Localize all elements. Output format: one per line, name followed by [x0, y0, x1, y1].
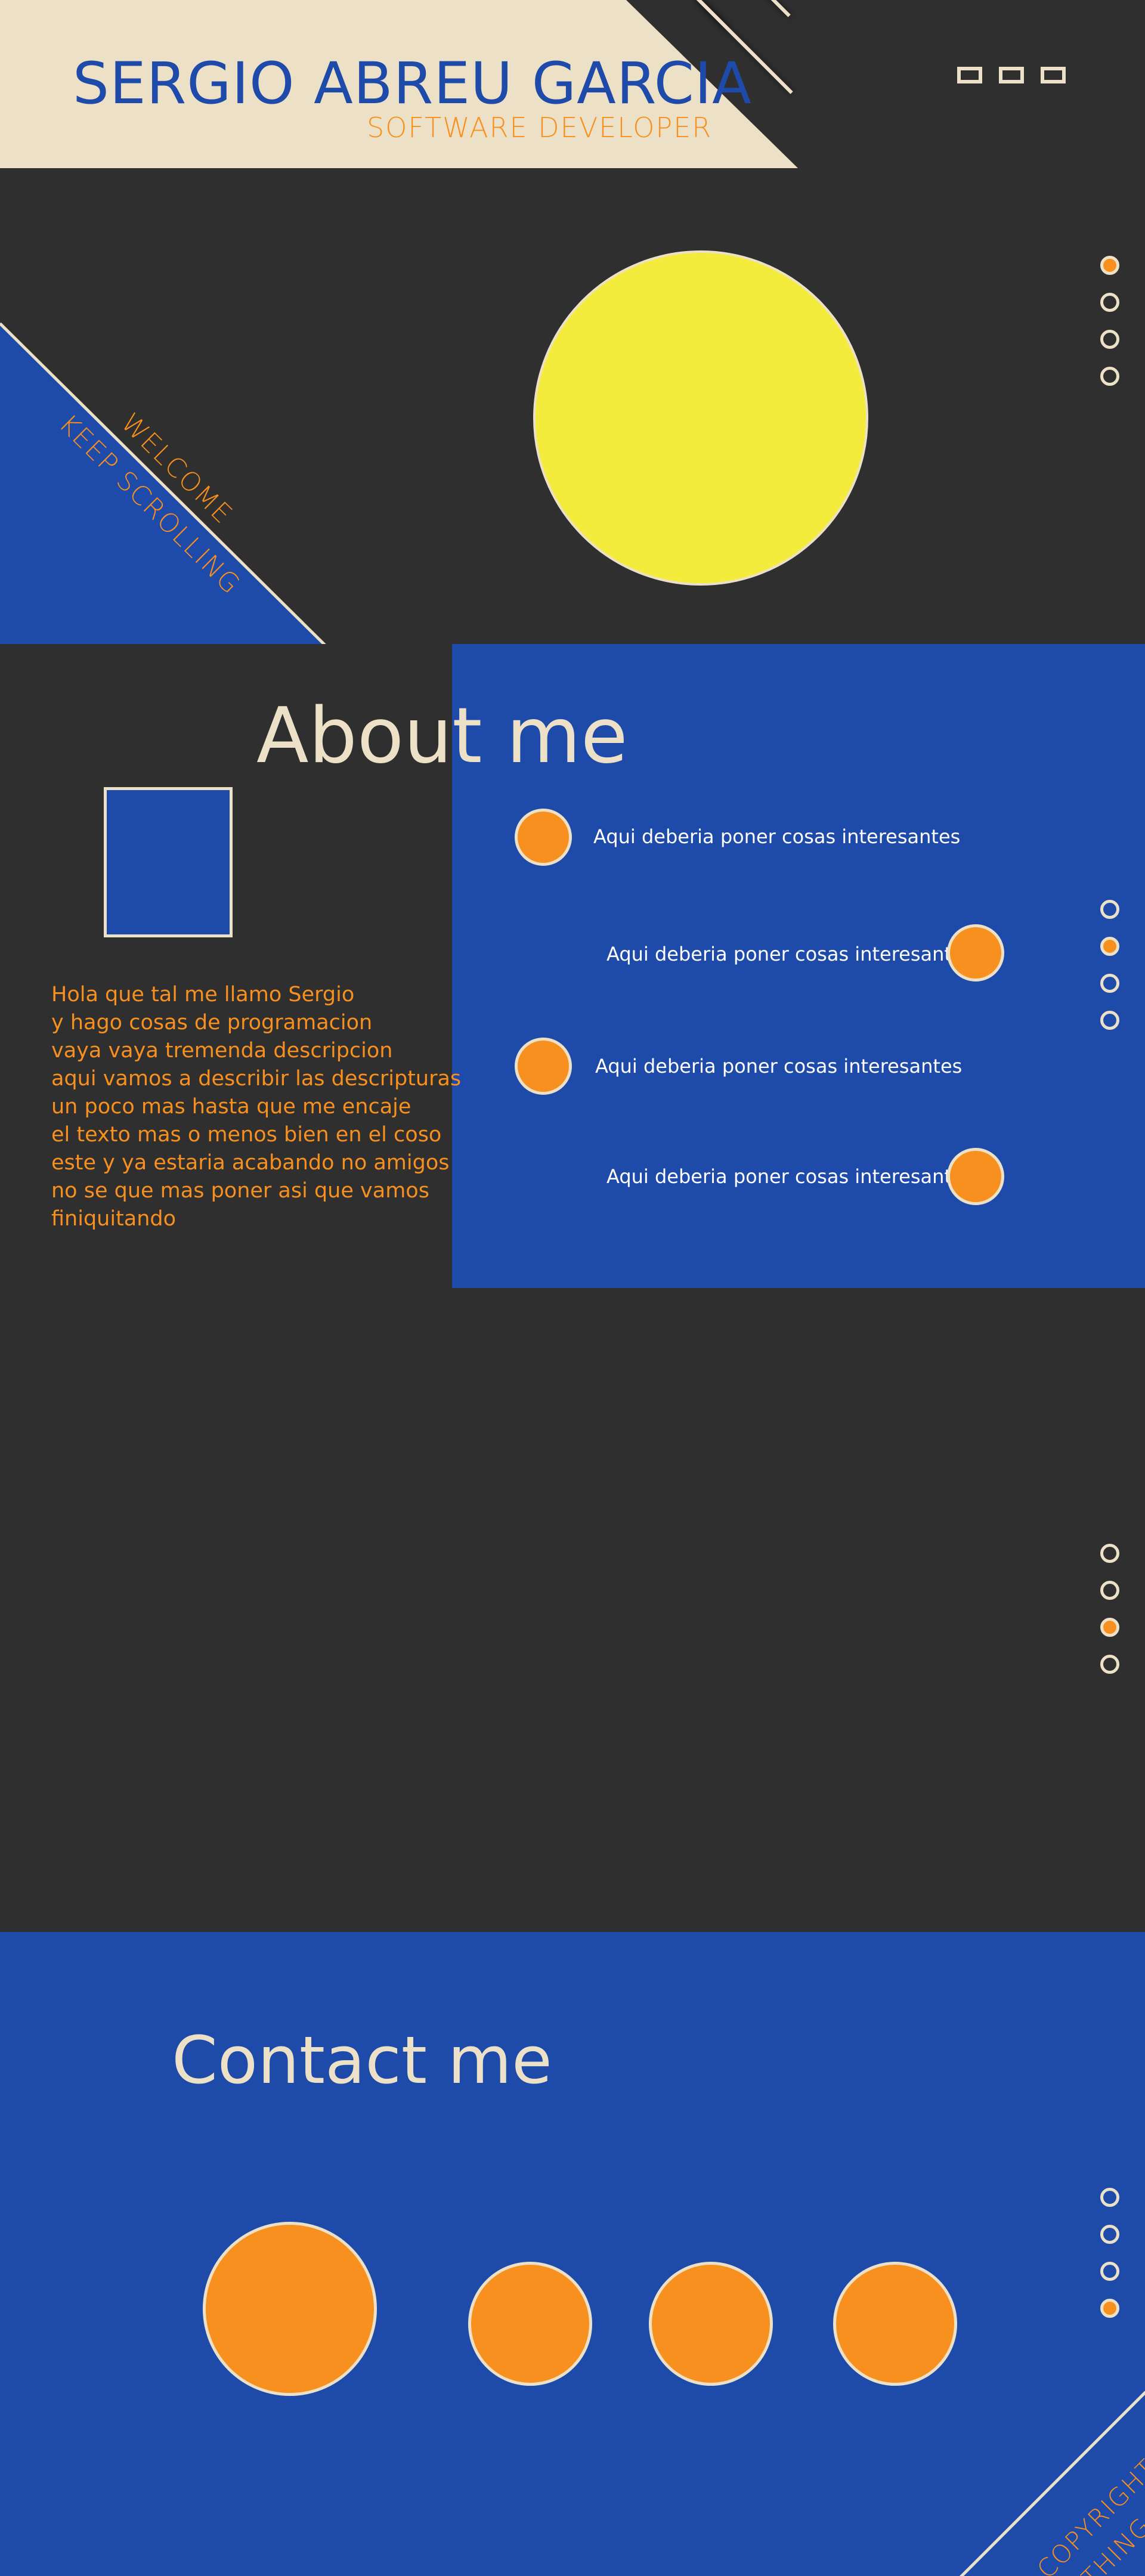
- profile-photo-placeholder: [104, 787, 233, 937]
- about-item-bullet: [947, 924, 1004, 982]
- bio-line: y hago cosas de programacion: [51, 1011, 373, 1035]
- section-dot-home[interactable]: [1100, 1544, 1119, 1563]
- yellow-circle: [533, 250, 868, 586]
- hero-section: SERGIO ABREU GARCIA SOFTWARE DEVELOPER W…: [0, 0, 1145, 644]
- contact-link[interactable]: [833, 2262, 957, 2386]
- site-owner-role: SOFTWARE DEVELOPER: [367, 112, 713, 144]
- contact-section: Contact me COPYRIGHT THING: [0, 1932, 1145, 2576]
- about-bio: Hola que tal me llamo Sergio y hago cosa…: [51, 981, 461, 1233]
- bio-line: no se que mas poner asi que vamos: [51, 1179, 429, 1203]
- section-dot-projects[interactable]: [1100, 330, 1119, 349]
- section-dot-projects[interactable]: [1100, 1618, 1119, 1637]
- section-nav-dots: [1100, 2188, 1119, 2318]
- bio-line: un poco mas hasta que me encaje: [51, 1095, 411, 1119]
- about-item-text: Aqui deberia poner cosas interesantes: [606, 943, 974, 965]
- contact-link[interactable]: [649, 2262, 773, 2386]
- about-item-text: Aqui deberia poner cosas interesantes: [595, 1055, 963, 1078]
- bio-line: este y ya estaria acabando no amigos: [51, 1151, 450, 1175]
- section-dot-home[interactable]: [1100, 2188, 1119, 2207]
- about-item-bullet: [515, 809, 572, 866]
- section-dot-contact[interactable]: [1100, 1011, 1119, 1030]
- section-nav-dots: [1100, 256, 1119, 386]
- bio-line: aqui vamos a describir las descripturas: [51, 1067, 462, 1091]
- about-title: About me: [256, 692, 628, 781]
- about-item-bullet: [515, 1038, 572, 1095]
- top-nav: [957, 67, 1066, 83]
- site-owner-name: SERGIO ABREU GARCIA: [73, 50, 752, 117]
- about-item-text: Aqui deberia poner cosas interesantes: [593, 825, 961, 848]
- contact-title: Contact me: [172, 2022, 552, 2098]
- section-dot-home[interactable]: [1100, 900, 1119, 919]
- section-dot-about[interactable]: [1100, 2225, 1119, 2244]
- decorative-line: [750, 0, 791, 17]
- section-nav-dots: [1100, 1544, 1119, 1674]
- section-dot-contact[interactable]: [1100, 1655, 1119, 1674]
- about-section: About me Hola que tal me llamo Sergio y …: [0, 644, 1145, 1288]
- projects-section: [0, 1288, 1145, 1932]
- menu-box-icon[interactable]: [1041, 67, 1066, 83]
- section-dot-contact[interactable]: [1100, 367, 1119, 386]
- about-item-text: Aqui deberia poner cosas interesantes: [606, 1165, 974, 1188]
- menu-box-icon[interactable]: [999, 67, 1024, 83]
- bio-line: Hola que tal me llamo Sergio: [51, 983, 355, 1007]
- section-dot-home[interactable]: [1100, 256, 1119, 275]
- section-dot-about[interactable]: [1100, 1581, 1119, 1600]
- menu-box-icon[interactable]: [957, 67, 982, 83]
- section-dot-about[interactable]: [1100, 937, 1119, 956]
- bio-line: el texto mas o menos bien en el coso: [51, 1123, 442, 1147]
- about-item-bullet: [947, 1148, 1004, 1205]
- section-dot-about[interactable]: [1100, 293, 1119, 312]
- contact-link-large[interactable]: [203, 2222, 377, 2396]
- section-dot-projects[interactable]: [1100, 2262, 1119, 2281]
- bio-line: vaya vaya tremenda descripcion: [51, 1039, 393, 1063]
- section-dot-projects[interactable]: [1100, 974, 1119, 993]
- bio-line: finiquitando: [51, 1207, 177, 1231]
- section-nav-dots: [1100, 900, 1119, 1030]
- section-dot-contact[interactable]: [1100, 2299, 1119, 2318]
- contact-link[interactable]: [468, 2262, 592, 2386]
